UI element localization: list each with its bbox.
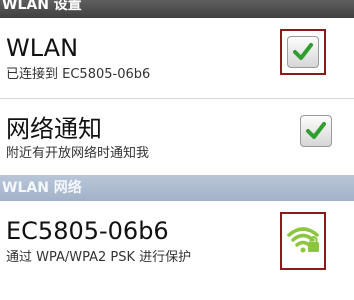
network-section-header: WLAN 网络: [0, 175, 354, 201]
wifi-network-item[interactable]: EC5805-06b6 通过 WPA/WPA2 PSK 进行保护: [0, 201, 354, 283]
checkmark-icon: [306, 122, 326, 139]
network-ssid: EC5805-06b6: [6, 217, 169, 245]
wlan-summary: 已连接到 EC5805-06b6: [6, 67, 151, 82]
wlan-toggle-row[interactable]: WLAN 已连接到 EC5805-06b6: [0, 18, 354, 96]
next-list-item-partial: [0, 284, 354, 300]
network-notify-row[interactable]: 网络通知 附近有开放网络时通知我: [0, 99, 354, 175]
notify-checkbox[interactable]: [300, 115, 332, 147]
settings-section-header: WLAN 设置: [0, 0, 354, 18]
wlan-checkbox[interactable]: [287, 36, 319, 68]
network-summary: 通过 WPA/WPA2 PSK 进行保护: [6, 250, 192, 265]
notify-summary: 附近有开放网络时通知我: [6, 146, 150, 161]
checkmark-icon: [293, 43, 313, 60]
notify-title: 网络通知: [6, 115, 102, 143]
wlan-title: WLAN: [6, 34, 79, 62]
wifi-secured-icon: [287, 227, 319, 253]
